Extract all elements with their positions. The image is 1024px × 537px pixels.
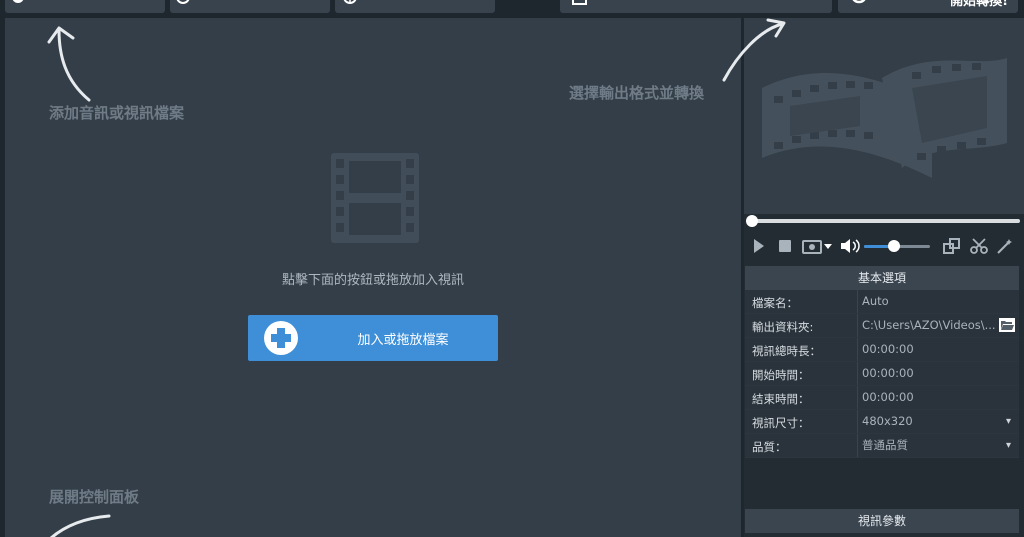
hint-arrow-add-icon — [47, 26, 91, 102]
option-label: 結束時間： — [752, 392, 810, 406]
hint-select-format: 選擇輸出格式並轉換 — [569, 84, 705, 102]
option-label: 輸出資料夾: — [752, 320, 814, 334]
hint-add-files: 添加音訊或視訊檔案 — [49, 104, 185, 122]
option-label: 品質： — [752, 440, 787, 454]
player-controls — [744, 234, 1024, 258]
volume-icon[interactable] — [840, 238, 862, 254]
copy-icon[interactable] — [943, 238, 961, 254]
option-row-video-size: 視訊尺寸： 480x320 — [745, 410, 1019, 434]
folder-open-icon[interactable] — [999, 318, 1015, 332]
film-icon — [331, 153, 419, 243]
add-audio-icon — [176, 0, 190, 4]
globe-icon — [343, 0, 357, 4]
convert-button-label: 開始轉換! — [950, 0, 1008, 9]
option-row-quality: 品質： 普通品質 — [745, 434, 1019, 458]
video-params-header[interactable]: 視訊參數 — [745, 509, 1019, 533]
option-row-end-time: 結束時間： 00:00:00 — [745, 386, 1019, 410]
output-folder-path: C:\Users\AZO\Videos\... — [862, 318, 996, 332]
add-files-label: 加入或拖放檔案 — [357, 333, 449, 348]
hint-arrow-format-icon — [722, 18, 786, 82]
magic-wand-icon[interactable] — [996, 238, 1014, 254]
video-preview — [722, 18, 1024, 214]
right-panel: 選擇輸出格式並轉換 基本選項 檔案名： Auto 輸出資料夾: C:\Users… — [569, 18, 1024, 537]
filename-field[interactable]: Auto — [857, 290, 1019, 313]
output-format-button[interactable] — [560, 0, 832, 13]
volume-knob[interactable] — [888, 240, 900, 252]
top-toolbar: 開始轉換! — [0, 0, 1024, 16]
stop-icon[interactable] — [778, 238, 792, 254]
option-label: 視訊尺寸： — [752, 416, 810, 430]
option-label: 視訊總時長： — [752, 344, 821, 358]
option-label: 檔案名： — [752, 296, 798, 310]
option-label: 開始時間： — [752, 368, 810, 382]
add-url-button[interactable] — [335, 0, 495, 13]
convert-button[interactable]: 開始轉換! — [838, 0, 1018, 13]
convert-icon — [852, 0, 866, 4]
option-row-filename: 檔案名： Auto — [745, 290, 1019, 314]
option-row-duration: 視訊總時長： 00:00:00 — [745, 338, 1019, 362]
start-time-field[interactable]: 00:00:00 — [857, 362, 1019, 385]
scissors-icon[interactable] — [970, 238, 988, 254]
video-size-select[interactable]: 480x320 — [857, 410, 1019, 433]
format-icon — [572, 0, 587, 5]
seek-knob[interactable] — [746, 215, 758, 227]
add-audio-button[interactable] — [170, 0, 330, 13]
quality-select[interactable]: 普通品質 — [857, 434, 1019, 457]
basic-options-panel: 基本選項 檔案名： Auto 輸出資料夾: C:\Users\AZO\Video… — [745, 266, 1019, 458]
option-row-start-time: 開始時間： 00:00:00 — [745, 362, 1019, 386]
add-video-button[interactable] — [5, 0, 165, 13]
empty-message: 點擊下面的按鈕或拖放加入視訊 — [281, 273, 464, 288]
end-time-field[interactable]: 00:00:00 — [857, 386, 1019, 409]
seek-bar[interactable] — [748, 219, 1020, 223]
output-folder-field[interactable]: C:\Users\AZO\Videos\... — [857, 314, 1019, 337]
plus-icon — [264, 321, 298, 355]
hint-expand-panel: 展開控制面板 — [49, 488, 140, 506]
duration-value: 00:00:00 — [857, 338, 1019, 361]
basic-options-header: 基本選項 — [745, 266, 1019, 290]
play-icon[interactable] — [752, 238, 766, 254]
snapshot-icon[interactable] — [802, 238, 832, 254]
option-row-output-folder: 輸出資料夾: C:\Users\AZO\Videos\... — [745, 314, 1019, 338]
hint-arrow-panel-icon — [49, 514, 111, 537]
add-files-button[interactable]: 加入或拖放檔案 — [248, 315, 498, 361]
add-video-icon — [12, 0, 24, 3]
